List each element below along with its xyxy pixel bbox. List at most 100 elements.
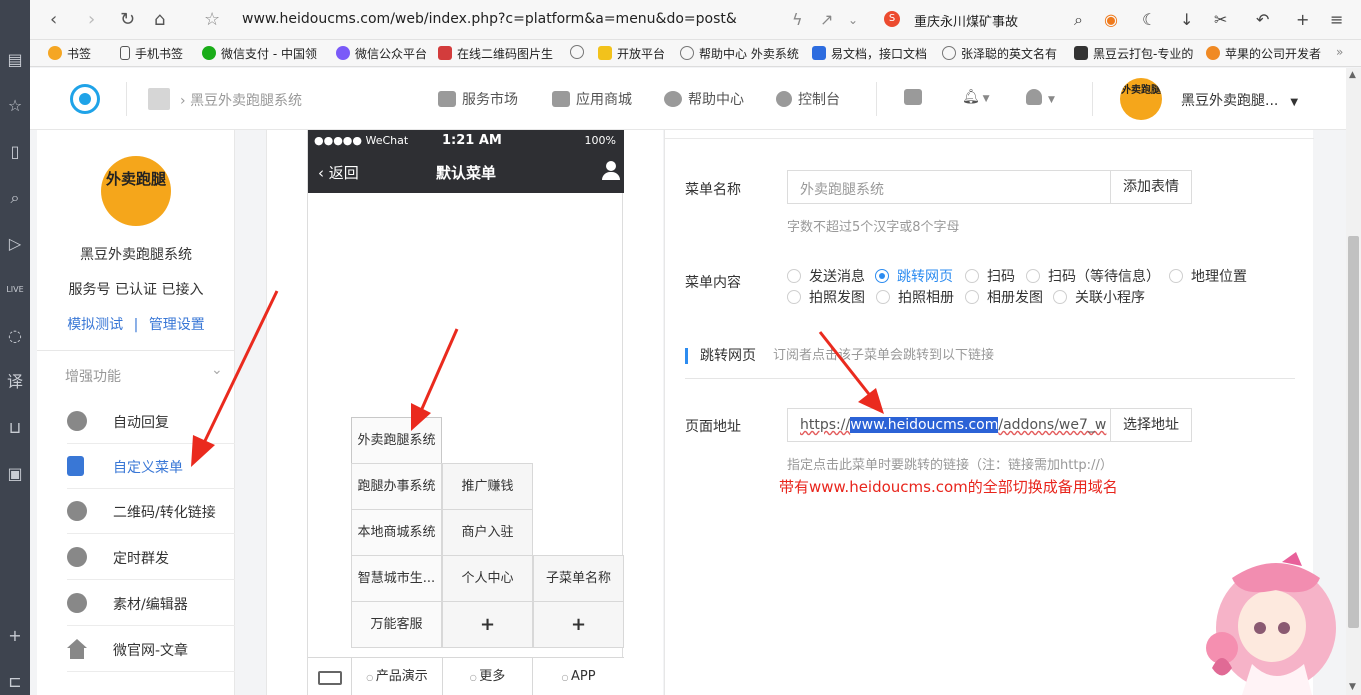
menu-name-hint: 字数不超过5个汉字或8个字母 [787, 220, 960, 235]
forward-icon[interactable]: › [88, 8, 95, 32]
news-link[interactable]: 重庆永川煤矿事故 [914, 11, 1018, 30]
menu-tab-more[interactable]: ○ 更多 [443, 658, 533, 695]
video-icon[interactable]: ▷ [5, 234, 25, 254]
translate-icon[interactable]: 译 [5, 372, 25, 392]
item-divider [67, 625, 235, 626]
nav-service-market[interactable]: 服务市场 [438, 89, 518, 109]
collapse-icon[interactable]: ⊏ [5, 672, 25, 692]
share-icon[interactable]: ↗ [820, 10, 833, 29]
bookmark-item[interactable]: 书签 [48, 45, 91, 62]
dashboard-icon [776, 91, 792, 107]
bookmark-item[interactable]: 帮助中心 外卖系统 [680, 45, 799, 62]
refresh-icon[interactable]: ↻ [120, 8, 135, 32]
home-icon[interactable]: ⌂ [154, 8, 165, 32]
user-icon [1026, 89, 1042, 105]
keyboard-icon[interactable] [308, 658, 352, 695]
book-icon[interactable]: ▯ [5, 142, 25, 162]
dropdown-icon[interactable]: ⌄ [848, 13, 858, 27]
download-icon[interactable]: ↓ [1180, 10, 1193, 29]
url-field[interactable]: www.heidoucms.com/web/index.php?c=platfo… [242, 11, 737, 27]
bookmark-item[interactable]: 苹果的公司开发者 [1206, 45, 1321, 62]
sidebar-item-microsite[interactable]: 微官网-文章 [67, 628, 235, 672]
radio-mini-program[interactable]: 关联小程序 [1053, 287, 1145, 307]
menu-icon[interactable]: ≡ [1330, 10, 1343, 29]
more-bookmarks-icon[interactable]: » [1336, 45, 1343, 59]
panel-divider [665, 138, 1314, 139]
radio-photo-album[interactable]: 拍照相册 [876, 287, 954, 307]
submenu-item[interactable]: 推广赚钱 [442, 463, 533, 510]
menu-name-input[interactable]: 外卖跑腿系统 [787, 170, 1111, 204]
undo-icon[interactable]: ↶ [1256, 10, 1269, 29]
store-icon[interactable] [904, 89, 928, 106]
bookmark-star-icon[interactable]: ☆ [204, 8, 220, 32]
bookmark-item[interactable] [570, 45, 589, 60]
chat-icon[interactable]: ◌ [5, 326, 25, 346]
add-emoji-button[interactable]: 添加表情 [1110, 170, 1192, 204]
game-icon[interactable]: ◉ [1104, 10, 1118, 29]
user-menu-icon[interactable]: ▼ [1026, 89, 1055, 106]
submenu-item[interactable]: 商户入驻 [442, 509, 533, 556]
cart-icon[interactable]: ⊔ [5, 418, 25, 438]
bookmark-item[interactable]: 张泽聪的英文名有 [942, 45, 1057, 62]
submenu-item[interactable]: 智慧城市生... [351, 555, 442, 602]
address-bar: ‹ › ↻ ⌂ ☆ www.heidoucms.com/web/index.ph… [30, 0, 1361, 40]
radio-send-message[interactable]: 发送消息 [787, 266, 865, 286]
menu-tab-demo[interactable]: ○ 产品演示 [352, 658, 443, 695]
submenu-item[interactable]: 子菜单名称 [533, 555, 624, 602]
radio-location[interactable]: 地理位置 [1169, 266, 1247, 286]
breadcrumb[interactable]: › 黑豆外卖跑腿系统 [180, 90, 302, 110]
simulate-test-link[interactable]: 模拟测试 [67, 317, 123, 333]
submenu-item[interactable]: 本地商城系统 [351, 509, 442, 556]
bookmark-item[interactable]: 在线二维码图片生 [438, 45, 553, 62]
add-submenu-button[interactable]: + [442, 601, 533, 648]
search-engine-icon[interactable]: S [884, 11, 900, 27]
sidebar-item-materials[interactable]: 素材/编辑器 [67, 582, 235, 626]
search-icon[interactable]: ⌕ [5, 188, 25, 208]
live-icon[interactable]: LIVE [5, 280, 25, 300]
notification-bell-icon[interactable]: 🔔︎ ▼ [962, 89, 990, 105]
add-submenu-button[interactable]: + [533, 601, 624, 648]
bookmark-item[interactable]: 开放平台 [598, 45, 665, 62]
bookmark-item[interactable]: 微信支付 - 中国领 [202, 45, 317, 62]
select-url-button[interactable]: 选择地址 [1110, 408, 1192, 442]
back-icon[interactable]: ‹ [50, 8, 57, 32]
account-switcher[interactable]: 黑豆外卖跑腿... ▼ [1181, 90, 1298, 110]
radio-photo[interactable]: 拍照发图 [787, 287, 865, 307]
chat-bubble-icon [664, 91, 682, 107]
account-avatar[interactable]: 外卖跑腿 [1120, 78, 1162, 120]
bag-icon[interactable]: ▣ [5, 464, 25, 484]
item-divider [67, 533, 235, 534]
lightning-icon[interactable]: ϟ [792, 10, 803, 29]
notes-icon[interactable]: ▤ [5, 50, 25, 70]
search-icon[interactable]: ⌕ [1074, 10, 1083, 30]
star-icon[interactable]: ☆ [5, 96, 25, 116]
new-tab-icon[interactable]: + [1296, 10, 1309, 29]
nav-console[interactable]: 控制台 [776, 89, 840, 109]
radio-scan[interactable]: 扫码 [965, 266, 1015, 286]
nav-help-center[interactable]: 帮助中心 [664, 89, 744, 109]
menu-tab-app[interactable]: ○ APP [533, 658, 624, 695]
document-icon [67, 456, 84, 476]
bookmark-item[interactable]: 手机书签 [120, 45, 183, 62]
sidebar-item-qrcode[interactable]: 二维码/转化链接 [67, 490, 235, 534]
bookmark-item[interactable]: 易文档，接口文档 [812, 45, 927, 62]
submenu-item[interactable]: 万能客服 [351, 601, 442, 648]
night-mode-icon[interactable]: ☾ [1142, 10, 1156, 29]
cut-icon[interactable]: ✂ [1214, 10, 1227, 29]
app-logo[interactable] [70, 84, 100, 114]
sidebar-item-scheduled-send[interactable]: 定时群发 [67, 536, 235, 580]
user-icon[interactable] [602, 161, 620, 181]
radio-album[interactable]: 相册发图 [965, 287, 1043, 307]
home-icon[interactable] [148, 88, 170, 110]
radio-jump-webpage[interactable]: 跳转网页 [875, 266, 953, 286]
submenu-item[interactable]: 个人中心 [442, 555, 533, 602]
bookmark-item[interactable]: 微信公众平台 [336, 45, 427, 62]
scroll-up-icon[interactable]: ▲ [1349, 70, 1356, 80]
radio-circle-icon [787, 269, 801, 283]
add-icon[interactable]: + [5, 626, 25, 646]
radio-scan-wait[interactable]: 扫码（等待信息） [1026, 266, 1160, 286]
phone-title: 默认菜单 [435, 164, 496, 182]
nav-app-store[interactable]: 应用商城 [552, 89, 632, 109]
submenu-item[interactable]: 跑腿办事系统 [351, 463, 442, 510]
bookmark-item[interactable]: 黑豆云打包-专业的 [1074, 45, 1193, 62]
